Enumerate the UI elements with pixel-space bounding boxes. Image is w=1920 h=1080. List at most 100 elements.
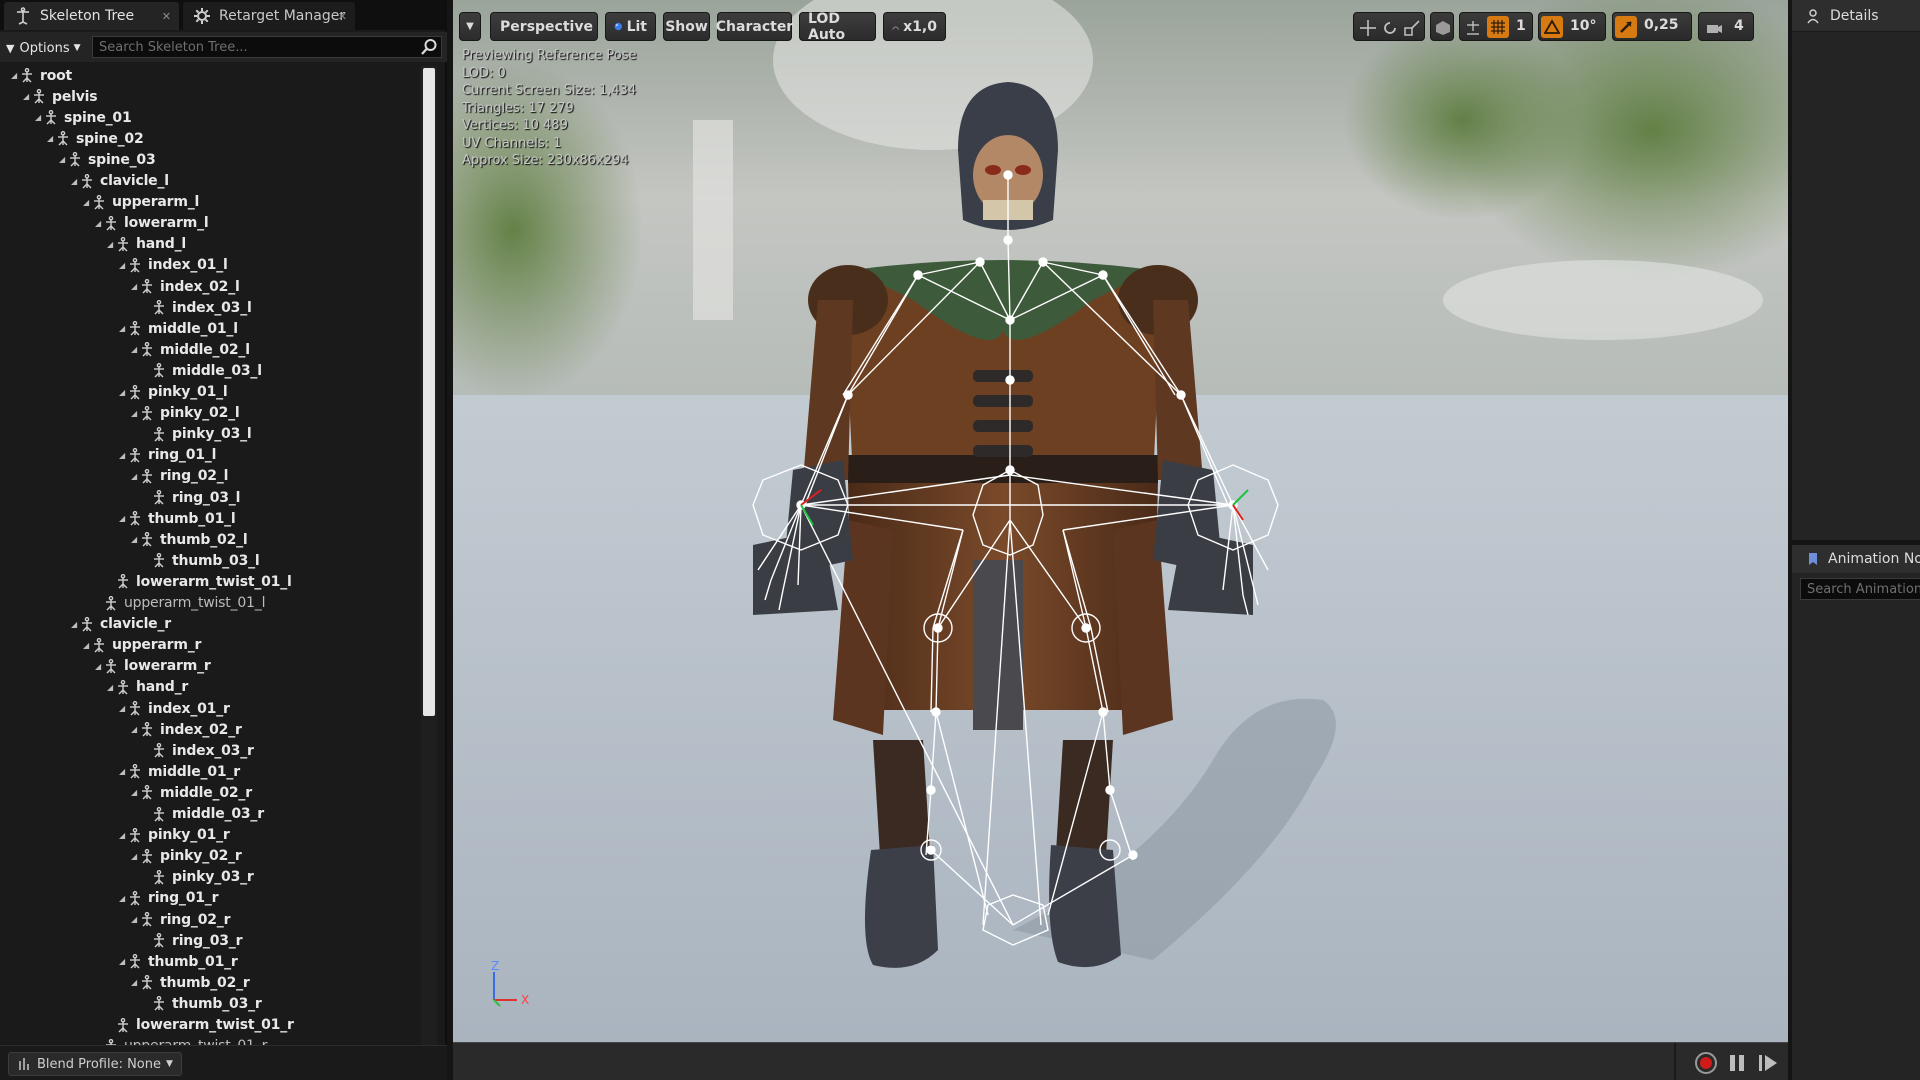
bone-row-pinky_02_l[interactable]: ◢ pinky_02_l xyxy=(0,403,420,424)
bone-row-clavicle_l[interactable]: ◢ clavicle_l xyxy=(0,171,420,192)
bone-row-thumb_01_l[interactable]: ◢ thumb_01_l xyxy=(0,508,420,529)
expand-arrow-icon[interactable]: ◢ xyxy=(116,261,128,270)
bone-row-thumb_02_l[interactable]: ◢ thumb_02_l xyxy=(0,529,420,550)
bone-row-lowerarm_l[interactable]: ◢ lowerarm_l xyxy=(0,213,420,234)
expand-arrow-icon[interactable]: ◢ xyxy=(116,514,128,523)
expand-arrow-icon[interactable]: ◢ xyxy=(128,282,140,291)
bone-row-pinky_02_r[interactable]: ◢ pinky_02_r xyxy=(0,846,420,867)
bone-row-upperarm_l[interactable]: ◢ upperarm_l xyxy=(0,192,420,213)
search-icon[interactable] xyxy=(420,38,438,56)
options-button[interactable]: ▼ Options ▼ xyxy=(6,37,81,59)
expand-arrow-icon[interactable]: ◢ xyxy=(116,957,128,966)
grid-snap-value[interactable]: 1 xyxy=(1516,18,1526,34)
bone-row-hand_l[interactable]: ◢ hand_l xyxy=(0,234,420,255)
coordinate-space-group[interactable] xyxy=(1430,12,1454,41)
viewport-scene[interactable] xyxy=(453,0,1788,1042)
bone-row-middle_03_l[interactable]: middle_03_l xyxy=(0,360,420,381)
show-button[interactable]: Show xyxy=(663,12,710,41)
bone-row-upperarm_twist_01_l[interactable]: upperarm_twist_01_l xyxy=(0,593,420,614)
expand-arrow-icon[interactable]: ◢ xyxy=(116,324,128,333)
bone-row-spine_01[interactable]: ◢ spine_01 xyxy=(0,107,420,128)
bone-row-clavicle_r[interactable]: ◢ clavicle_r xyxy=(0,614,420,635)
bone-row-middle_02_l[interactable]: ◢ middle_02_l xyxy=(0,339,420,360)
scale-icon[interactable] xyxy=(1403,19,1421,37)
bone-row-lowerarm_r[interactable]: ◢ lowerarm_r xyxy=(0,656,420,677)
grid-snap-toggle[interactable] xyxy=(1487,16,1509,38)
expand-arrow-icon[interactable]: ◢ xyxy=(8,71,20,80)
bone-row-thumb_03_r[interactable]: thumb_03_r xyxy=(0,993,420,1014)
bone-row-lowerarm_twist_01_l[interactable]: lowerarm_twist_01_l xyxy=(0,571,420,592)
playback-speed-button[interactable]: x1,0 xyxy=(883,12,946,41)
bone-row-index_02_l[interactable]: ◢ index_02_l xyxy=(0,276,420,297)
bone-row-middle_03_r[interactable]: middle_03_r xyxy=(0,804,420,825)
expand-arrow-icon[interactable]: ◢ xyxy=(32,113,44,122)
camera-speed-group[interactable]: 4 xyxy=(1698,12,1754,41)
tab-animation-notifies[interactable]: Animation Notifies xyxy=(1792,545,1920,573)
expand-arrow-icon[interactable]: ◢ xyxy=(128,535,140,544)
bone-row-middle_01_l[interactable]: ◢ middle_01_l xyxy=(0,318,420,339)
bone-row-hand_r[interactable]: ◢ hand_r xyxy=(0,677,420,698)
rotation-snap-toggle[interactable] xyxy=(1541,16,1563,38)
close-icon[interactable]: ✕ xyxy=(162,10,171,23)
bone-row-pelvis[interactable]: ◢ pelvis xyxy=(0,86,420,107)
expand-arrow-icon[interactable]: ◢ xyxy=(128,345,140,354)
viewport-options-button[interactable]: ▼ xyxy=(459,12,481,41)
expand-arrow-icon[interactable]: ◢ xyxy=(128,852,140,861)
bone-row-index_02_r[interactable]: ◢ index_02_r xyxy=(0,719,420,740)
expand-arrow-icon[interactable]: ◢ xyxy=(104,240,116,249)
rotate-icon[interactable] xyxy=(1381,19,1399,37)
bone-row-index_03_r[interactable]: index_03_r xyxy=(0,740,420,761)
bone-row-thumb_02_r[interactable]: ◢ thumb_02_r xyxy=(0,972,420,993)
expand-arrow-icon[interactable]: ◢ xyxy=(80,198,92,207)
expand-arrow-icon[interactable]: ◢ xyxy=(116,831,128,840)
search-animation-notifies-input[interactable] xyxy=(1800,578,1920,600)
expand-arrow-icon[interactable]: ◢ xyxy=(20,92,32,101)
scale-snap-toggle[interactable] xyxy=(1615,16,1637,38)
expand-arrow-icon[interactable]: ◢ xyxy=(128,409,140,418)
expand-arrow-icon[interactable]: ◢ xyxy=(116,767,128,776)
expand-arrow-icon[interactable]: ◢ xyxy=(116,704,128,713)
expand-arrow-icon[interactable]: ◢ xyxy=(128,472,140,481)
expand-arrow-icon[interactable]: ◢ xyxy=(116,388,128,397)
translate-icon[interactable] xyxy=(1359,19,1377,37)
surface-snap-icon[interactable] xyxy=(1464,19,1482,37)
bone-row-ring_01_r[interactable]: ◢ ring_01_r xyxy=(0,888,420,909)
record-button[interactable] xyxy=(1695,1052,1717,1074)
character-button[interactable]: Character xyxy=(716,12,793,41)
bone-row-index_01_r[interactable]: ◢ index_01_r xyxy=(0,698,420,719)
bone-row-spine_02[interactable]: ◢ spine_02 xyxy=(0,128,420,149)
bone-row-middle_02_r[interactable]: ◢ middle_02_r xyxy=(0,782,420,803)
bone-row-ring_02_r[interactable]: ◢ ring_02_r xyxy=(0,909,420,930)
expand-arrow-icon[interactable]: ◢ xyxy=(80,641,92,650)
expand-arrow-icon[interactable]: ◢ xyxy=(128,978,140,987)
tab-retarget-manager[interactable]: Retarget Manager ✕ xyxy=(183,2,355,30)
bone-row-ring_02_l[interactable]: ◢ ring_02_l xyxy=(0,466,420,487)
search-skeleton-input[interactable] xyxy=(92,36,442,58)
bone-row-thumb_01_r[interactable]: ◢ thumb_01_r xyxy=(0,951,420,972)
expand-arrow-icon[interactable]: ◢ xyxy=(116,451,128,460)
bone-row-pinky_03_r[interactable]: pinky_03_r xyxy=(0,867,420,888)
expand-arrow-icon[interactable]: ◢ xyxy=(128,725,140,734)
rotation-snap-value[interactable]: 10° xyxy=(1570,18,1596,34)
bone-row-upperarm_r[interactable]: ◢ upperarm_r xyxy=(0,635,420,656)
close-icon[interactable]: ✕ xyxy=(338,10,347,23)
bone-row-middle_01_r[interactable]: ◢ middle_01_r xyxy=(0,761,420,782)
expand-arrow-icon[interactable]: ◢ xyxy=(104,683,116,692)
bone-row-pinky_01_r[interactable]: ◢ pinky_01_r xyxy=(0,825,420,846)
bone-row-pinky_03_l[interactable]: pinky_03_l xyxy=(0,424,420,445)
lit-button[interactable]: Lit xyxy=(605,12,656,41)
bone-row-ring_03_l[interactable]: ring_03_l xyxy=(0,487,420,508)
bone-row-index_01_l[interactable]: ◢ index_01_l xyxy=(0,255,420,276)
bone-row-ring_01_l[interactable]: ◢ ring_01_l xyxy=(0,445,420,466)
tree-scrollbar-thumb[interactable] xyxy=(423,68,435,716)
expand-arrow-icon[interactable]: ◢ xyxy=(92,219,104,228)
bone-row-lowerarm_twist_01_r[interactable]: lowerarm_twist_01_r xyxy=(0,1015,420,1036)
preview-viewport[interactable]: ▼ Perspective Lit Show Character LOD Aut… xyxy=(453,0,1788,1042)
expand-arrow-icon[interactable]: ◢ xyxy=(44,134,56,143)
bone-row-spine_03[interactable]: ◢ spine_03 xyxy=(0,149,420,170)
scale-snap-value[interactable]: 0,25 xyxy=(1644,17,1679,33)
blend-profile-dropdown[interactable]: Blend Profile: None ▼ xyxy=(8,1052,182,1076)
expand-arrow-icon[interactable]: ◢ xyxy=(68,620,80,629)
bone-row-root[interactable]: ◢ root xyxy=(0,65,420,86)
tab-skeleton-tree[interactable]: Skeleton Tree ✕ xyxy=(4,2,179,30)
